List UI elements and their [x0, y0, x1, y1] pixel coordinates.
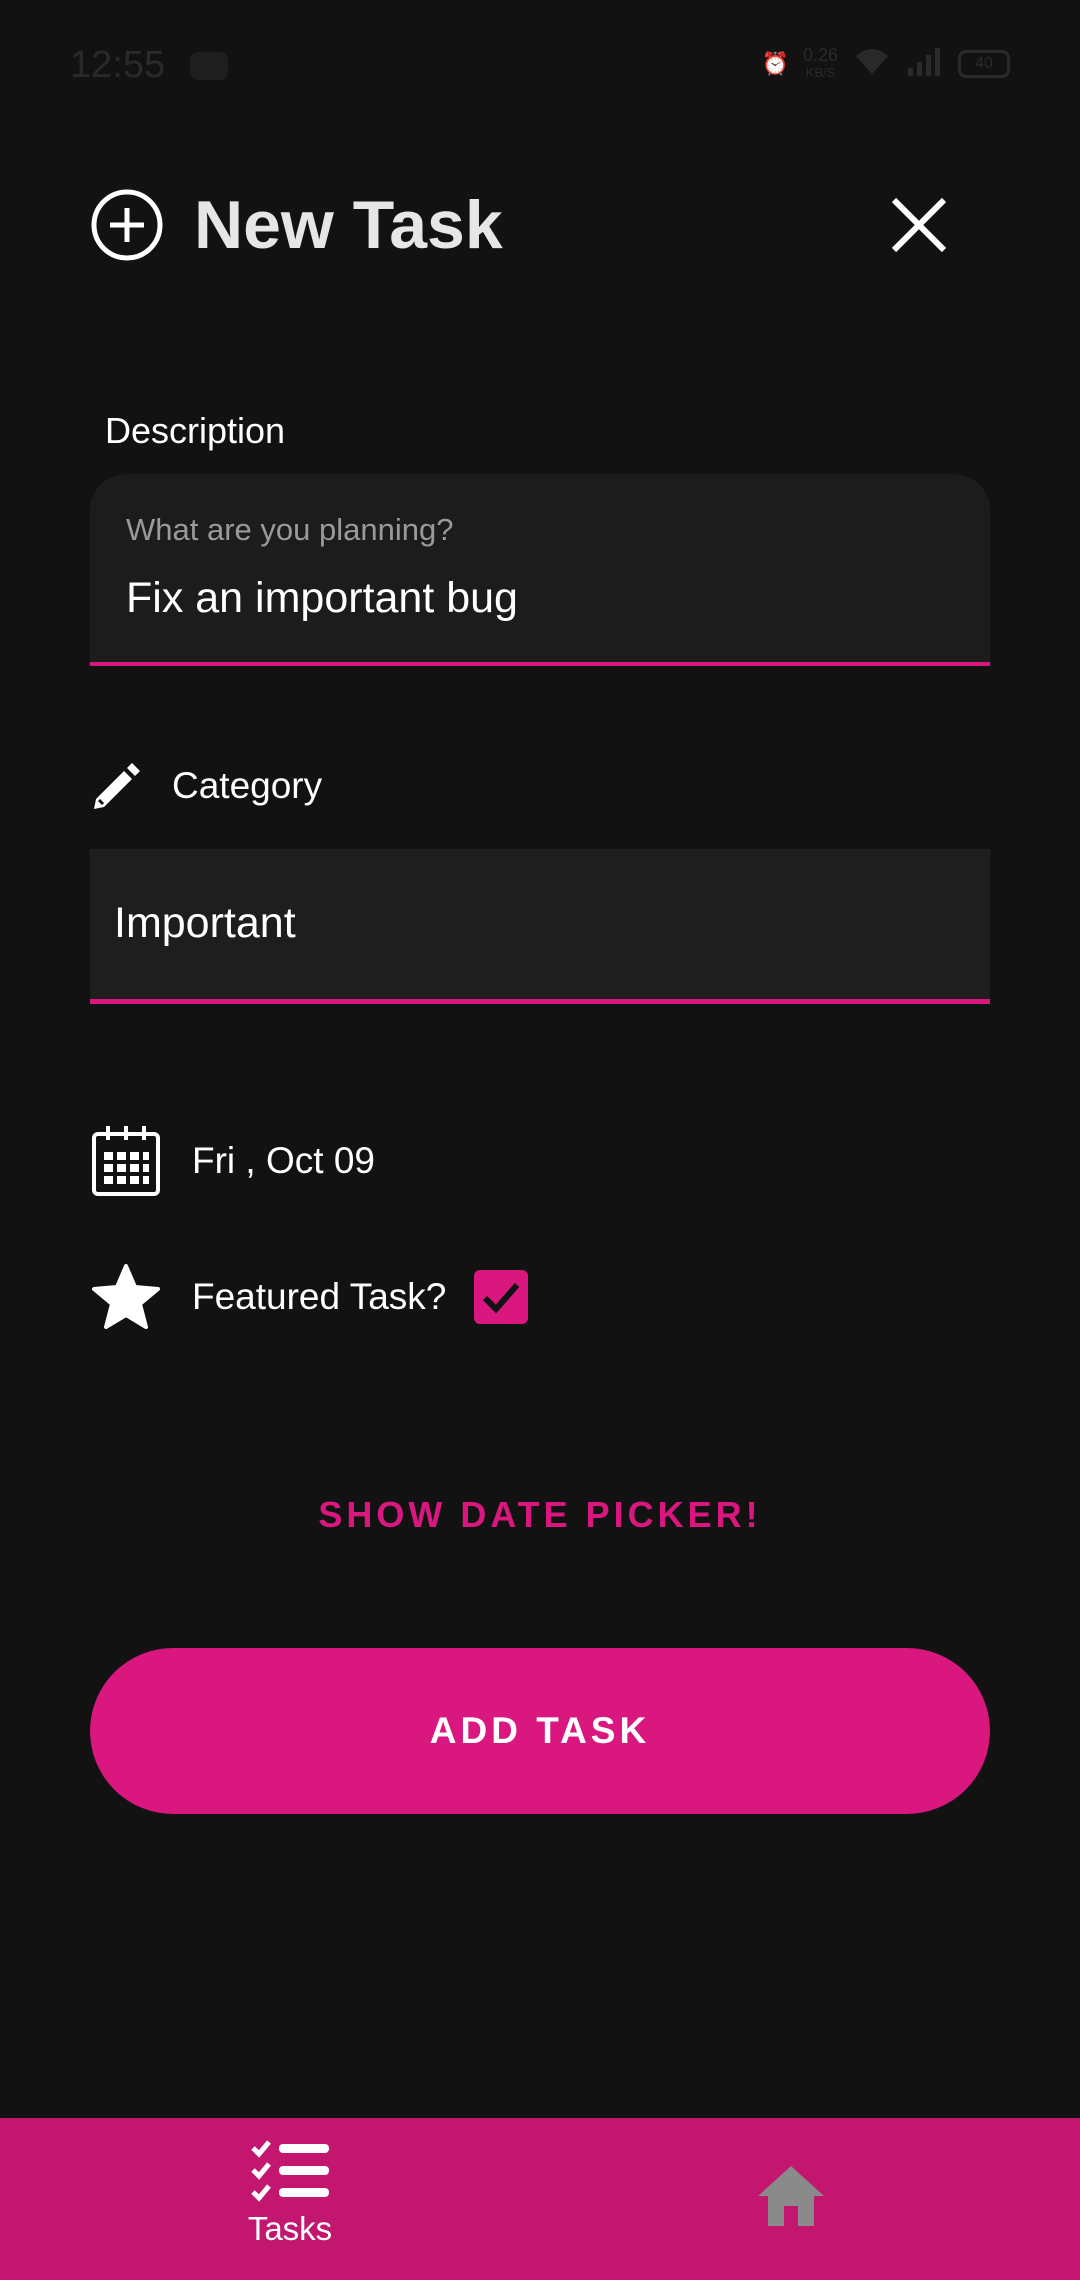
wifi-icon — [852, 46, 892, 82]
description-label: Description — [105, 410, 286, 451]
header: New Task — [90, 180, 990, 270]
date-row: Fri , Oct 09 — [90, 1124, 375, 1198]
description-value[interactable]: Fix an important bug — [126, 574, 518, 623]
featured-checkbox[interactable] — [474, 1270, 529, 1324]
alarm-icon: ⏰ — [761, 51, 789, 76]
category-value[interactable]: Important — [114, 899, 296, 948]
status-bar: 12:55 ⏰ 0.26 KB/S 40 — [0, 0, 1080, 130]
network-speed: 0.26 KB/S — [803, 46, 838, 82]
add-task-button[interactable]: ADD TASK — [90, 1648, 990, 1814]
home-icon[interactable] — [754, 2162, 828, 2228]
youtube-notification-icon — [190, 52, 228, 80]
category-row: Category — [90, 756, 322, 816]
network-speed-unit: KB/S — [805, 65, 836, 80]
nav-item-tasks[interactable]: Tasks — [200, 2138, 380, 2268]
network-speed-value: 0.26 — [802, 45, 838, 65]
status-time: 12:55 — [70, 44, 166, 86]
featured-label: Featured Task? — [192, 1276, 447, 1317]
category-input[interactable]: Important — [90, 849, 990, 1004]
nav-tasks-label: Tasks — [247, 2210, 333, 2247]
battery-icon: 40 — [958, 50, 1010, 78]
signal-icon — [906, 46, 944, 82]
calendar-icon — [92, 1126, 160, 1196]
add-circle-icon — [91, 189, 163, 261]
show-date-picker-button[interactable]: SHOW DATE PICKER! — [0, 1480, 1080, 1550]
description-hint: What are you planning? — [126, 512, 454, 547]
featured-row: Featured Task? — [90, 1262, 529, 1332]
status-icons: ⏰ 0.26 KB/S 40 — [762, 46, 1010, 82]
page-title: New Task — [194, 187, 503, 263]
pencil-icon — [94, 763, 140, 809]
new-task-screen: 12:55 ⏰ 0.26 KB/S 40 New Task Descriptio… — [0, 0, 1080, 2280]
selected-date: Fri , Oct 09 — [192, 1140, 375, 1181]
close-icon[interactable] — [886, 192, 952, 258]
bottom-navigation: Tasks — [0, 2118, 1080, 2280]
star-icon — [92, 1264, 160, 1329]
category-label: Category — [172, 765, 323, 806]
task-list-icon — [251, 2140, 329, 2202]
description-input[interactable]: What are you planning? Fix an important … — [90, 474, 990, 666]
check-icon — [483, 1283, 520, 1314]
